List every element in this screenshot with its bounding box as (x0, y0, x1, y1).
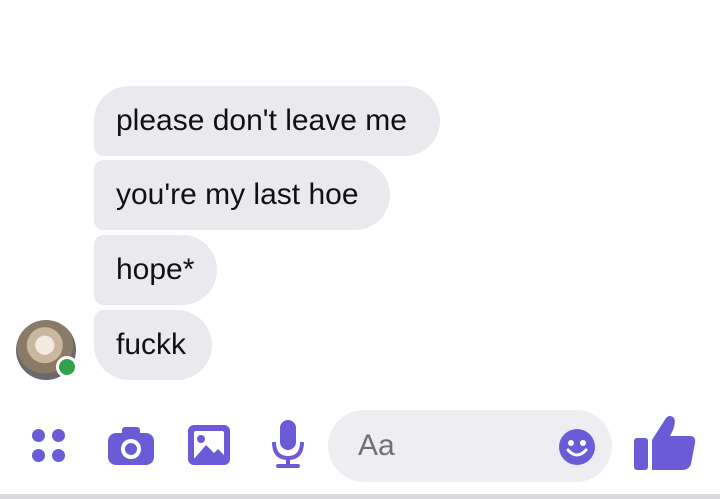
message-input-placeholder: Aa (358, 429, 395, 462)
camera-icon[interactable] (106, 425, 156, 467)
thumbs-up-icon[interactable] (632, 412, 698, 472)
emoji-icon[interactable] (558, 428, 596, 466)
image-icon[interactable] (186, 423, 232, 467)
menu-dots-icon[interactable] (30, 427, 70, 467)
message-bubble[interactable]: you're my last hoe (94, 160, 390, 230)
bottom-divider (0, 494, 720, 499)
microphone-icon[interactable] (270, 418, 306, 470)
message-bubble[interactable]: please don't leave me (94, 86, 440, 156)
online-status-indicator (56, 356, 78, 378)
sender-avatar[interactable] (16, 320, 78, 380)
message-bubble[interactable]: fuckk (94, 310, 212, 380)
message-bubble[interactable]: hope* (94, 235, 217, 305)
message-input[interactable]: Aa (328, 410, 612, 482)
